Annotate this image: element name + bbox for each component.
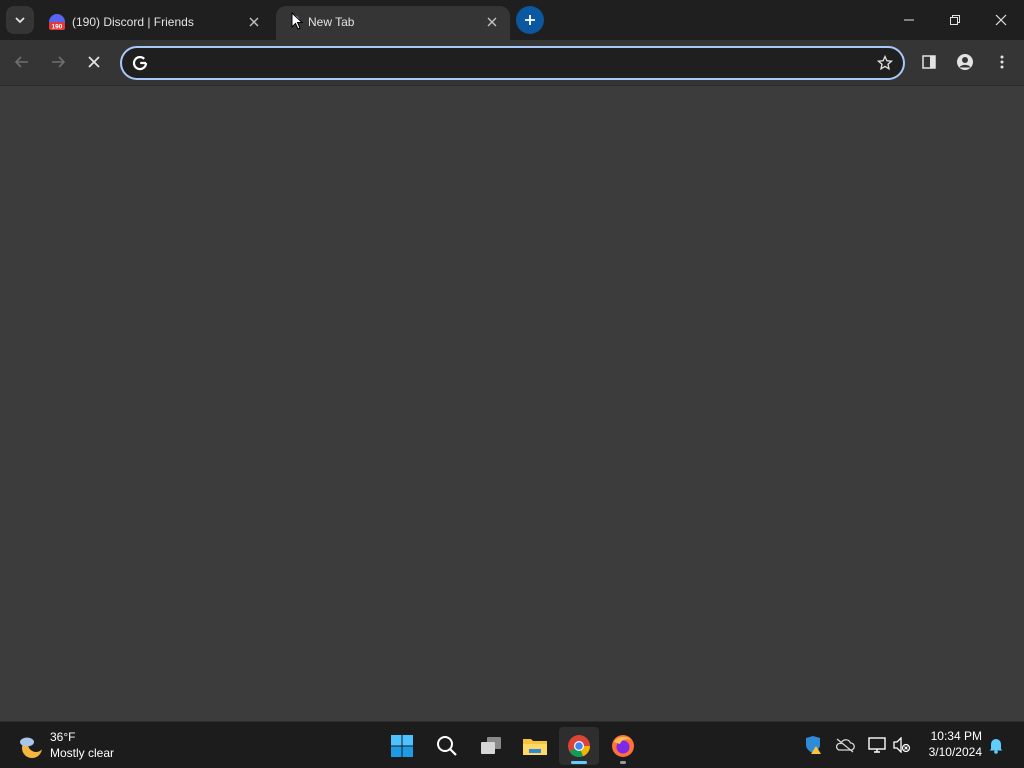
windows-logo-icon — [391, 735, 413, 757]
close-tab-icon[interactable] — [484, 14, 500, 30]
weather-temperature: 36°F — [50, 730, 76, 744]
running-app-indicator — [620, 761, 626, 764]
cloud-off-icon — [835, 738, 855, 753]
weather-widget[interactable]: 36°F Mostly clear — [14, 728, 134, 764]
tab-badge-count: 190 — [52, 24, 63, 31]
new-tab-button[interactable] — [516, 6, 544, 34]
side-panel-icon — [922, 55, 936, 69]
google-icon — [131, 54, 149, 72]
clock-date: 3/10/2024 — [928, 745, 982, 759]
tab-new-tab[interactable]: New Tab — [276, 6, 510, 40]
mouse-cursor-icon — [291, 12, 303, 30]
browser-toolbar — [0, 40, 1024, 86]
tab-title-new-tab: New Tab — [308, 15, 355, 29]
tab-search-button[interactable] — [6, 6, 34, 34]
shield-warning-icon — [806, 736, 821, 754]
start-button[interactable] — [382, 727, 422, 765]
plus-icon — [525, 15, 535, 25]
volume-mute-icon — [893, 737, 911, 753]
notifications-button[interactable] — [986, 735, 1006, 755]
restore-button[interactable] — [932, 0, 978, 40]
avatar-icon — [957, 54, 973, 70]
stop-loading-button[interactable] — [79, 47, 109, 77]
firefox-taskbar-button[interactable] — [603, 727, 643, 765]
address-input[interactable] — [156, 50, 856, 76]
moon-cloud-icon — [20, 736, 44, 758]
tab-discord[interactable]: 190 (190) Discord | Friends — [40, 6, 272, 40]
firefox-icon — [612, 735, 634, 757]
active-app-indicator — [571, 761, 587, 764]
minimize-icon — [904, 19, 914, 21]
taskbar-search-button[interactable] — [427, 727, 467, 765]
defender-tray-icon[interactable] — [803, 735, 823, 755]
weather-condition: Mostly clear — [50, 746, 115, 760]
close-tab-icon[interactable] — [246, 14, 262, 30]
tab-strip: 190 (190) Discord | Friends New Tab — [0, 0, 1024, 40]
network-icon — [868, 737, 886, 753]
onedrive-tray-icon[interactable] — [835, 735, 855, 755]
task-view-icon — [481, 737, 501, 754]
network-tray-icon[interactable] — [867, 735, 887, 755]
close-window-button[interactable] — [978, 0, 1024, 40]
discord-favicon-icon: 190 — [49, 14, 65, 30]
close-icon — [88, 56, 100, 68]
clock-time: 10:34 PM — [930, 729, 982, 743]
task-view-button[interactable] — [471, 727, 511, 765]
chrome-taskbar-button[interactable] — [559, 727, 599, 765]
more-vert-icon — [1000, 55, 1004, 69]
bell-icon — [989, 739, 1003, 754]
forward-button[interactable] — [43, 47, 73, 77]
arrow-right-icon — [52, 56, 66, 68]
chevron-down-icon — [15, 17, 25, 24]
system-clock[interactable]: 10:34 PM 3/10/2024 — [912, 728, 982, 760]
tab-title-discord: (190) Discord | Friends — [72, 15, 194, 29]
restore-icon — [950, 15, 960, 25]
back-button[interactable] — [7, 47, 37, 77]
file-explorer-button[interactable] — [515, 727, 555, 765]
menu-button[interactable] — [987, 47, 1017, 77]
side-panel-button[interactable] — [914, 47, 944, 77]
taskbar: 36°F Mostly clear 10:34 PM 3/10/2024 — [0, 721, 1024, 768]
volume-tray-icon[interactable] — [892, 735, 912, 755]
minimize-button[interactable] — [886, 0, 932, 40]
profile-button[interactable] — [950, 47, 980, 77]
arrow-left-icon — [14, 56, 28, 68]
close-icon — [995, 14, 1007, 26]
bookmark-star-icon[interactable] — [875, 53, 895, 73]
address-bar[interactable] — [120, 46, 905, 80]
search-icon — [437, 736, 457, 756]
page-content — [0, 86, 1024, 721]
chrome-icon — [568, 735, 591, 758]
folder-icon — [523, 739, 547, 755]
